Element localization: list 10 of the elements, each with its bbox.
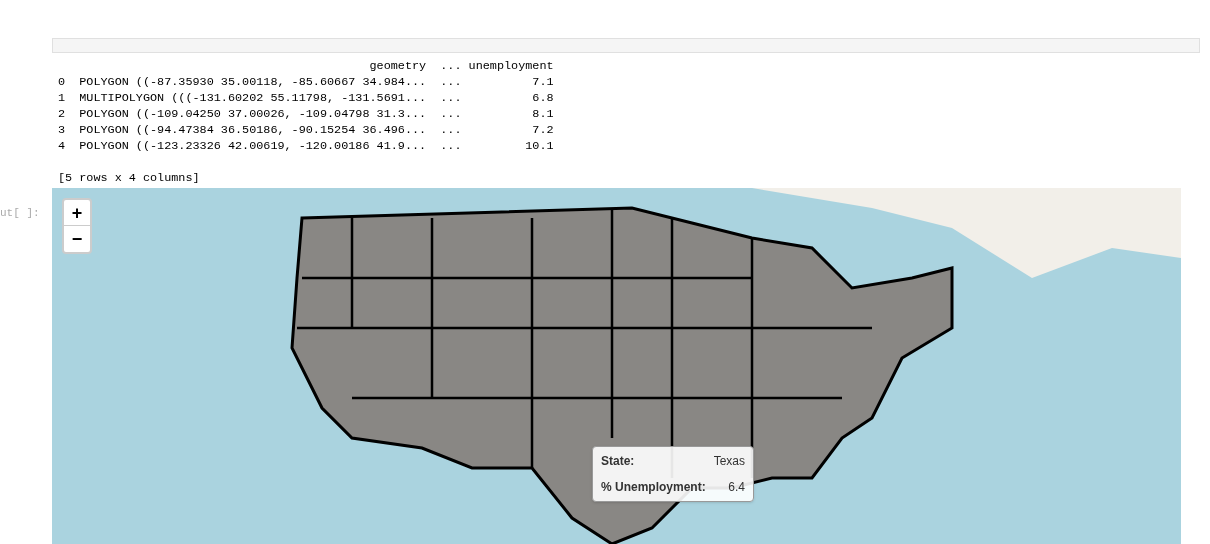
zoom-out-button[interactable]: − xyxy=(64,226,90,252)
input-cell[interactable] xyxy=(52,38,1200,53)
map-panel[interactable]: + − State: Texas % Unemployment: 6.4 xyxy=(52,188,1181,544)
tooltip-label: % Unemployment: xyxy=(601,479,706,496)
tooltip-label: State: xyxy=(601,453,636,470)
zoom-in-button[interactable]: + xyxy=(64,200,90,226)
tooltip-value: 6.4 xyxy=(727,479,746,496)
tooltip-value: Texas xyxy=(713,453,746,470)
output-prompt: ut[ ]: xyxy=(0,206,41,221)
dataframe-output: geometry ... unemployment 0 POLYGON ((-87.35930 35.00118, -85.60667 34.984... ... 7.1 1 MULTIPOLYGON (((-131.60202 55.11798, -131.5691... ... 6.8 2 POLYGON ((-109.04250 37.00026, -109.04798 31.3... ... 8.1 3 POLYGON ((-94.47384 36.50186, -90.15254 36.496... ... 7.2 4 POLYGON ((-123.23326 42.00619, -120.00186 41.9... ... 10.1 [5 rows x 4 columns] xyxy=(57,58,555,187)
